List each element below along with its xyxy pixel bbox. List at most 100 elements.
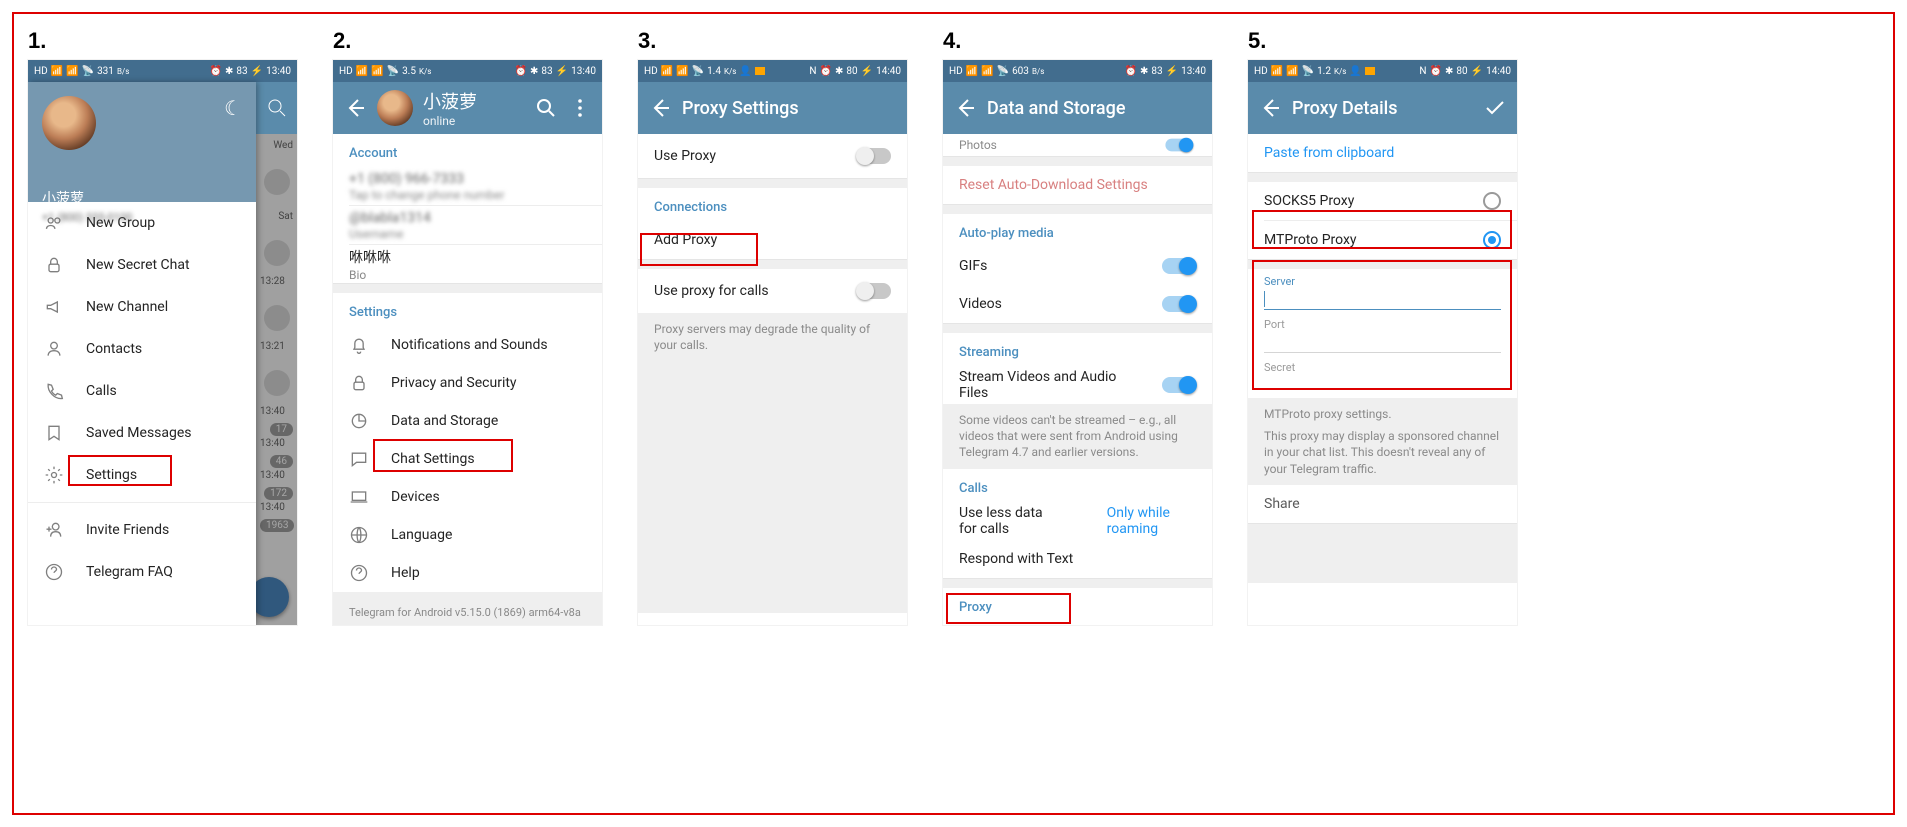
settings-header: 小菠萝 online bbox=[333, 82, 602, 134]
page-title: Proxy Details bbox=[1292, 98, 1398, 119]
mtproto-option[interactable]: MTProto Proxy bbox=[1248, 221, 1517, 259]
status-bar: HD📶📶📡1.2K/s👤 N⏰✱80⚡14:40 bbox=[1248, 60, 1517, 82]
person-icon bbox=[44, 339, 64, 359]
phone-4: HD📶📶📡603B/s ⏰✱83⚡13:40 Data and Storage … bbox=[943, 60, 1212, 625]
proxy-settings-item[interactable]: Proxy Settings bbox=[943, 621, 1212, 625]
stream-hint: Some videos can't be streamed – e.g., al… bbox=[943, 404, 1212, 469]
menu-faq[interactable]: Telegram FAQ bbox=[28, 551, 256, 593]
settings-data-storage[interactable]: Data and Storage bbox=[333, 402, 602, 440]
megaphone-icon bbox=[44, 297, 64, 317]
back-icon[interactable] bbox=[648, 96, 672, 120]
page-title: Proxy Settings bbox=[682, 98, 799, 119]
mtproto-hint-1: MTProto proxy settings. bbox=[1264, 406, 1501, 422]
menu-calls[interactable]: Calls bbox=[28, 370, 256, 412]
add-person-icon bbox=[44, 520, 64, 540]
settings-notifications[interactable]: Notifications and Sounds bbox=[333, 326, 602, 364]
gear-icon bbox=[44, 465, 64, 485]
section-autoplay: Auto-play media bbox=[943, 214, 1212, 247]
menu-new-secret[interactable]: New Secret Chat bbox=[28, 244, 256, 286]
port-input[interactable] bbox=[1264, 331, 1501, 353]
back-icon[interactable] bbox=[1258, 96, 1282, 120]
step-label-1: 1. bbox=[28, 30, 297, 52]
pie-icon bbox=[349, 411, 369, 431]
toggle-off[interactable] bbox=[857, 148, 891, 164]
step-label-3: 3. bbox=[638, 30, 907, 52]
secret-input[interactable] bbox=[1264, 374, 1501, 396]
section-settings: Settings bbox=[333, 293, 602, 326]
bell-icon bbox=[349, 335, 369, 355]
radio-unchecked[interactable] bbox=[1483, 192, 1501, 210]
toggle-on[interactable] bbox=[1162, 377, 1196, 393]
nav-drawer: ☾ 小菠萝 +1 (800) 555-0100 ▾ New Group New … bbox=[28, 82, 256, 625]
server-input[interactable] bbox=[1264, 288, 1501, 310]
status-bar: HD📶📶📡1.4K/s👤 N⏰✱80⚡14:40 bbox=[638, 60, 907, 82]
section-calls: Calls bbox=[943, 469, 1212, 502]
account-username[interactable]: @blabla1314Username bbox=[333, 206, 602, 244]
menu-invite[interactable]: Invite Friends bbox=[28, 509, 256, 551]
proxy-header: Proxy Settings bbox=[638, 82, 907, 134]
respond-text[interactable]: Respond with Text bbox=[943, 540, 1212, 578]
share-item[interactable]: Share bbox=[1248, 485, 1517, 523]
settings-help[interactable]: Help bbox=[333, 554, 602, 592]
menu-new-channel[interactable]: New Channel bbox=[28, 286, 256, 328]
avatar[interactable] bbox=[377, 90, 413, 126]
menu-saved[interactable]: Saved Messages bbox=[28, 412, 256, 454]
section-account: Account bbox=[333, 134, 602, 167]
mtproto-hint-2: This proxy may display a sponsored chann… bbox=[1264, 428, 1501, 477]
paste-clipboard[interactable]: Paste from clipboard bbox=[1248, 134, 1517, 172]
account-phone[interactable]: +1 (800) 966-7333Tap to change phone num… bbox=[333, 167, 602, 205]
reset-autodownload[interactable]: Reset Auto-Download Settings bbox=[943, 166, 1212, 204]
photos-row[interactable]: Photos bbox=[943, 134, 1212, 156]
gifs-toggle[interactable]: GIFs bbox=[943, 247, 1212, 285]
globe-icon bbox=[349, 525, 369, 545]
settings-language[interactable]: Language bbox=[333, 516, 602, 554]
avatar[interactable] bbox=[42, 96, 96, 150]
phone-5: HD📶📶📡1.2K/s👤 N⏰✱80⚡14:40 Proxy Details P… bbox=[1248, 60, 1517, 625]
step-label-2: 2. bbox=[333, 30, 602, 52]
use-proxy-calls-toggle[interactable]: Use proxy for calls bbox=[638, 269, 907, 313]
version-footer: Telegram for Android v5.15.0 (1869) arm6… bbox=[333, 592, 602, 625]
back-icon[interactable] bbox=[953, 96, 977, 120]
settings-devices[interactable]: Devices bbox=[333, 478, 602, 516]
radio-checked[interactable] bbox=[1483, 231, 1501, 249]
proxy-details-header: Proxy Details bbox=[1248, 82, 1517, 134]
toggle-on[interactable] bbox=[1162, 296, 1196, 312]
proxy-calls-hint: Proxy servers may degrade the quality of… bbox=[638, 313, 907, 613]
section-streaming: Streaming bbox=[943, 333, 1212, 366]
menu-settings[interactable]: Settings bbox=[28, 454, 256, 496]
settings-privacy[interactable]: Privacy and Security bbox=[333, 364, 602, 402]
videos-toggle[interactable]: Videos bbox=[943, 285, 1212, 323]
overflow-icon[interactable] bbox=[568, 96, 592, 120]
chevron-down-icon[interactable]: ▾ bbox=[234, 208, 242, 227]
laptop-icon bbox=[349, 487, 369, 507]
menu-contacts[interactable]: Contacts bbox=[28, 328, 256, 370]
back-icon[interactable] bbox=[343, 96, 367, 120]
search-icon[interactable] bbox=[265, 96, 289, 120]
night-mode-icon[interactable]: ☾ bbox=[224, 96, 242, 120]
socks5-option[interactable]: SOCKS5 Proxy bbox=[1248, 182, 1517, 220]
search-icon[interactable] bbox=[534, 96, 558, 120]
page-title: Data and Storage bbox=[987, 98, 1125, 119]
toggle-off[interactable] bbox=[857, 283, 891, 299]
settings-chat[interactable]: Chat Settings bbox=[333, 440, 602, 478]
port-label: Port bbox=[1264, 318, 1501, 331]
status-bar: HD📶📶📡603B/s ⏰✱83⚡13:40 bbox=[943, 60, 1212, 82]
check-icon[interactable] bbox=[1483, 96, 1507, 120]
use-proxy-toggle[interactable]: Use Proxy bbox=[638, 134, 907, 178]
add-proxy[interactable]: Add Proxy bbox=[638, 221, 907, 259]
status-bar: HD📶📶📡3.5K/s ⏰✱83⚡13:40 bbox=[333, 60, 602, 82]
toggle-on[interactable] bbox=[1162, 258, 1196, 274]
section-connections: Connections bbox=[638, 188, 907, 221]
lock-icon bbox=[349, 373, 369, 393]
phone-2: HD📶📶📡3.5K/s ⏰✱83⚡13:40 小菠萝 online Accoun… bbox=[333, 60, 602, 625]
account-bio[interactable]: 咻咻咻Bio bbox=[333, 245, 602, 283]
status-bar: HD📶📶📡331B/s ⏰✱83⚡13:40 bbox=[28, 60, 297, 82]
phone-1: HD📶📶📡331B/s ⏰✱83⚡13:40 Wed Sat 13:28 13:… bbox=[28, 60, 297, 625]
server-label: Server bbox=[1264, 275, 1501, 288]
stream-toggle[interactable]: Stream Videos and Audio Files bbox=[943, 366, 1212, 404]
section-proxy: Proxy bbox=[943, 588, 1212, 621]
phone-3: HD📶📶📡1.4K/s👤 N⏰✱80⚡14:40 Proxy Settings … bbox=[638, 60, 907, 625]
less-data-calls[interactable]: Use less data for callsOnly while roamin… bbox=[943, 502, 1212, 540]
profile-status: online bbox=[423, 114, 477, 128]
toggle-on[interactable] bbox=[1165, 139, 1192, 152]
